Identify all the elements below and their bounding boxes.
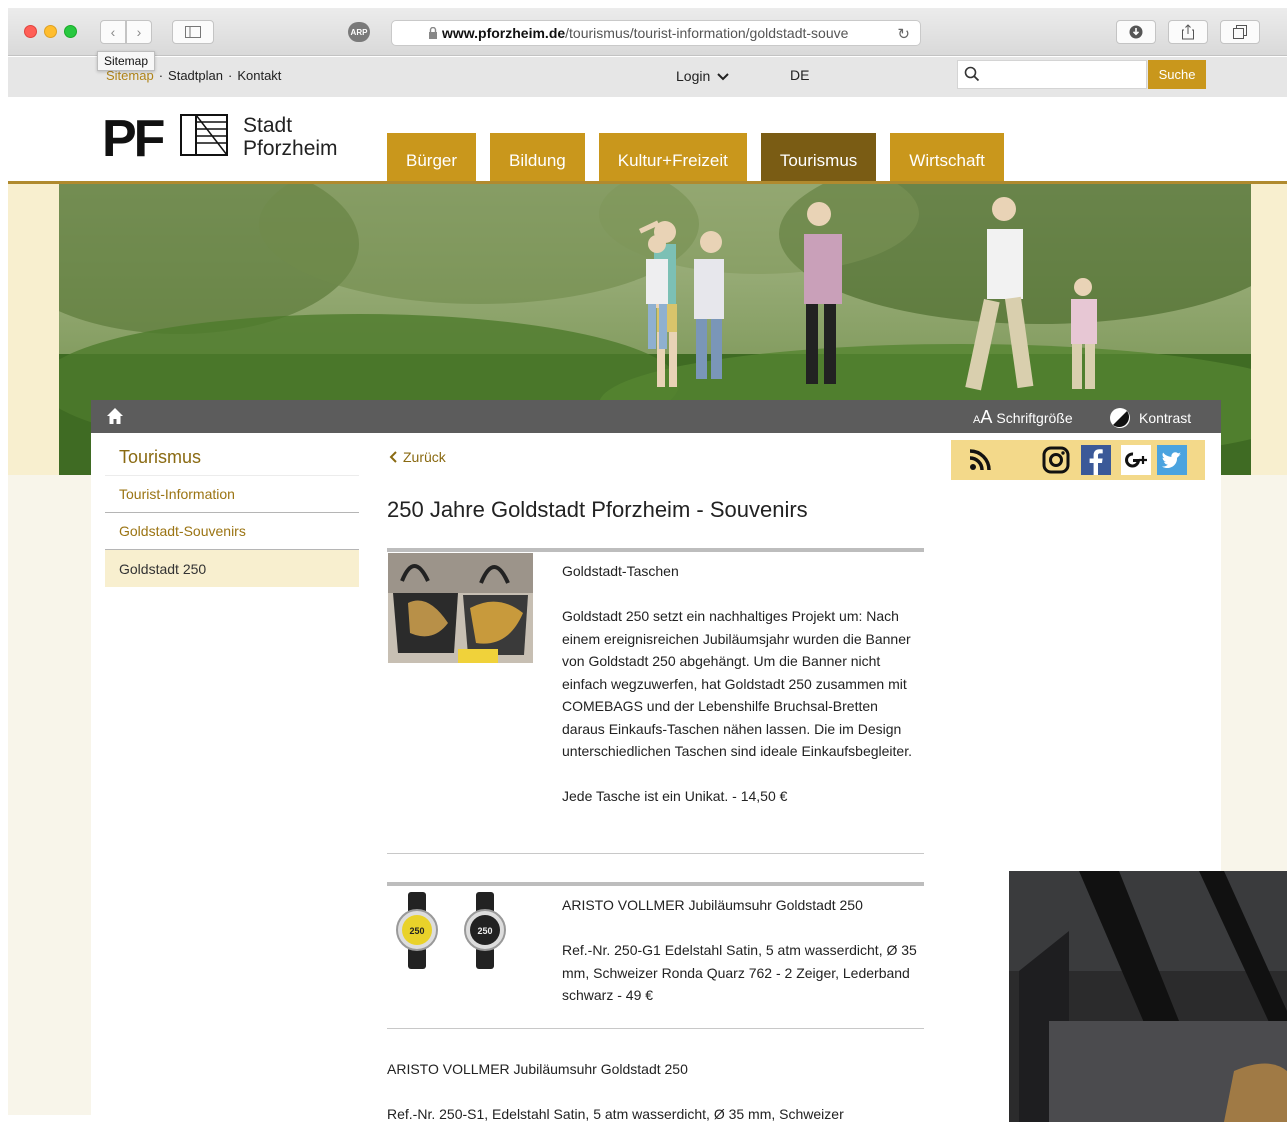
login-label: Login — [676, 68, 711, 84]
url-host: www.pforzheim.de — [442, 25, 566, 41]
tabs-overview-button[interactable] — [1220, 20, 1260, 44]
entry-body: Goldstadt 250 setzt ein nachhaltiges Pro… — [562, 608, 912, 759]
site-top-bar: Sitemap · Stadtplan · Kontakt Login DE Suche — [8, 57, 1287, 97]
accessibility-toolbar: AA Schriftgröße Kontrast — [91, 400, 1221, 433]
contrast-icon — [1110, 408, 1130, 428]
download-icon — [1129, 25, 1143, 39]
sidebar-item-tourist-information[interactable]: Tourist-Information — [105, 476, 359, 513]
sidebar-toggle-button[interactable] — [172, 20, 214, 44]
logo-line-pforzheim: Pforzheim — [243, 137, 338, 160]
page-title: 250 Jahre Goldstadt Pforzheim - Souvenir… — [387, 497, 808, 522]
rss-icon[interactable] — [965, 445, 995, 475]
search-icon — [964, 66, 980, 82]
search-box — [957, 60, 1147, 89]
nav-item-bildung[interactable]: Bildung — [490, 133, 585, 181]
chevron-down-icon — [717, 73, 729, 81]
google-plus-icon[interactable] — [1121, 445, 1151, 475]
tabs-icon — [1233, 25, 1247, 39]
close-window-button[interactable] — [24, 25, 37, 38]
nav-item-tourismus[interactable]: Tourismus — [760, 133, 877, 181]
sidebar-icon — [185, 26, 201, 38]
hero-side-left — [8, 184, 59, 475]
entry-divider — [387, 1028, 924, 1029]
language-switch[interactable]: DE — [790, 67, 809, 83]
back-link[interactable]: Zurück — [389, 449, 446, 465]
font-size-icon-big-letter: A — [980, 407, 993, 427]
url-path: /tourismus/tourist-information/goldstadt… — [565, 25, 849, 41]
share-button[interactable] — [1168, 20, 1208, 44]
site-header: PF Stadt Pforzheim Bürger Bildung Kultur… — [8, 97, 1287, 184]
instagram-icon[interactable] — [1041, 445, 1071, 475]
reload-icon[interactable]: ↻ — [897, 25, 910, 43]
minimize-window-button[interactable] — [44, 25, 57, 38]
logo-wordmark[interactable]: Stadt Pforzheim — [243, 114, 338, 160]
arp-extension-button[interactable]: ARP — [348, 22, 370, 42]
search-button[interactable]: Suche — [1148, 60, 1206, 89]
sidebar-item-goldstadt-souvenirs[interactable]: Goldstadt-Souvenirs — [105, 513, 359, 550]
contrast-label: Kontrast — [1139, 410, 1192, 426]
bags-photo — [388, 553, 533, 663]
stadtplan-link[interactable]: Stadtplan — [168, 68, 223, 83]
entry-heading: ARISTO VOLLMER Jubiläumsuhr Goldstadt 25… — [562, 897, 863, 913]
content-side-left — [8, 475, 91, 1115]
kontakt-link[interactable]: Kontakt — [237, 68, 281, 83]
search-input[interactable] — [984, 64, 1144, 85]
entry-divider — [387, 853, 924, 854]
watches-photo: 250 250 — [396, 892, 506, 969]
twitter-icon[interactable] — [1157, 445, 1187, 475]
nav-item-wirtschaft[interactable]: Wirtschaft — [890, 133, 1004, 181]
entry-divider-thick — [387, 882, 924, 886]
lock-icon — [429, 27, 437, 39]
arp-label: ARP — [350, 27, 368, 37]
nav-item-kultur-freizeit[interactable]: Kultur+Freizeit — [598, 133, 747, 181]
contrast-control[interactable]: Kontrast — [1109, 407, 1191, 429]
entry-divider-thick — [387, 548, 924, 552]
back-nav-button[interactable]: ‹ — [100, 20, 126, 44]
forward-nav-button[interactable]: › — [126, 20, 152, 44]
font-size-icon: AA — [973, 407, 992, 427]
entry-heading: Goldstadt-Taschen — [562, 563, 679, 579]
entry-price: Jede Tasche ist ein Unikat. - 14,50 € — [562, 788, 788, 804]
entry-body-watch-s1: Ref.-Nr. 250-S1, Edelstahl Satin, 5 atm … — [387, 1106, 844, 1122]
hero-side-right — [1251, 184, 1287, 475]
font-size-label: Schriftgröße — [996, 410, 1073, 426]
zoom-window-button[interactable] — [64, 25, 77, 38]
logo-letters[interactable]: PF — [102, 109, 165, 169]
address-bar[interactable]: www.pforzheim.de/tourismus/tourist-infor… — [391, 20, 921, 46]
chevron-left-icon — [389, 451, 397, 463]
downloads-button[interactable] — [1116, 20, 1156, 44]
sitemap-tooltip: Sitemap — [97, 51, 156, 71]
link-separator: · — [227, 68, 233, 83]
bag-closeup-photo — [1009, 871, 1287, 1122]
social-bar — [951, 440, 1205, 480]
logo-emblem-icon[interactable] — [180, 114, 228, 156]
logo-line-stadt: Stadt — [243, 114, 293, 137]
svg-text:250: 250 — [409, 926, 424, 936]
home-icon[interactable] — [106, 407, 124, 425]
main-navigation: Bürger Bildung Kultur+Freizeit Tourismus… — [387, 133, 1004, 181]
entry-text-watch-g1: ARISTO VOLLMER Jubiläumsuhr Goldstadt 25… — [562, 894, 924, 1029]
entry-body: Ref.-Nr. 250-G1 Edelstahl Satin, 5 atm w… — [562, 942, 917, 1003]
back-label: Zurück — [403, 449, 446, 465]
nav-item-buerger[interactable]: Bürger — [387, 133, 477, 181]
entry-text-bags: Goldstadt-Taschen Goldstadt 250 setzt ei… — [562, 560, 924, 830]
sidebar-item-goldstadt-250[interactable]: Goldstadt 250 — [105, 550, 359, 587]
entry-heading-watch-s1: ARISTO VOLLMER Jubiläumsuhr Goldstadt 25… — [387, 1061, 688, 1077]
overlay-bag-photo — [1009, 871, 1287, 1122]
svg-text:250: 250 — [477, 926, 492, 936]
bags-image — [388, 553, 533, 663]
link-separator: · — [158, 68, 164, 83]
font-size-control[interactable]: AA Schriftgröße — [973, 407, 1073, 428]
sidebar-title[interactable]: Tourismus — [119, 447, 201, 468]
browser-toolbar: ‹ › ARP www.pforzheim.de/tourismus/touri… — [8, 8, 1287, 56]
facebook-icon[interactable] — [1081, 445, 1111, 475]
login-dropdown[interactable]: Login — [676, 68, 729, 84]
watches-image: 250 250 — [388, 887, 533, 997]
share-icon — [1182, 24, 1194, 40]
